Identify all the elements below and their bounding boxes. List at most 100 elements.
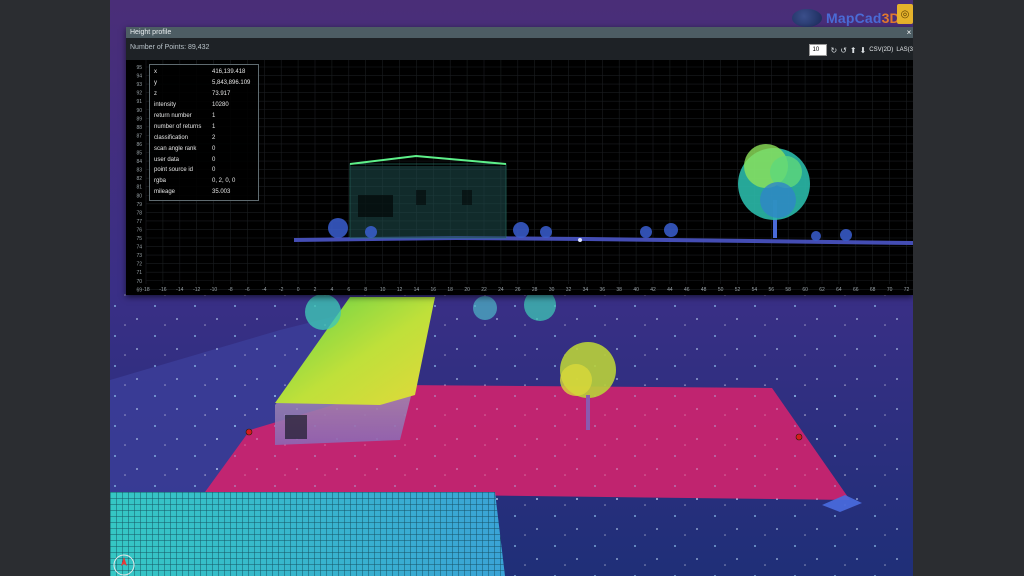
point-info-key: y — [154, 80, 157, 87]
globe-icon — [792, 9, 822, 27]
y-tick-label: 91 — [136, 99, 142, 105]
point-info-value: 2 — [212, 134, 216, 141]
x-tick-label: 38 — [616, 287, 622, 293]
x-tick-label: 42 — [650, 287, 656, 293]
x-tick-label: 4 — [331, 287, 334, 293]
point-info-row: intensity 10280 — [152, 100, 252, 111]
point-info-row: y 5,843,896.109 — [152, 78, 252, 89]
settings-icon[interactable]: ◎ — [897, 4, 913, 24]
point-info-key: rgba — [154, 178, 167, 185]
y-tick-label: 75 — [136, 236, 142, 242]
y-tick-label: 95 — [136, 65, 142, 71]
profile-start-marker[interactable] — [245, 428, 253, 436]
point-info-value: 0 — [212, 167, 216, 174]
point-info-value: 0, 2, 0, 0 — [212, 178, 236, 185]
x-tick-label: -18 — [142, 287, 149, 293]
x-tick-label: -12 — [193, 287, 200, 293]
x-tick-label: -8 — [228, 287, 233, 293]
upload-icon[interactable]: ⬆ — [850, 46, 857, 55]
x-tick-label: -4 — [262, 287, 267, 293]
y-tick-label: 87 — [136, 133, 142, 139]
profile-end-marker[interactable] — [795, 433, 803, 441]
y-tick-label: 79 — [136, 202, 142, 208]
points-count: Number of Points: 89,432 — [130, 44, 209, 51]
point-info-key: return number — [154, 113, 192, 119]
x-tick-label: 0 — [297, 287, 300, 293]
x-tick-label: 54 — [752, 287, 758, 293]
x-tick-label: 60 — [802, 287, 808, 293]
x-tick-label: -2 — [279, 287, 284, 293]
x-tick-label: 70 — [887, 287, 893, 293]
x-tick-label: 32 — [566, 287, 572, 293]
point-info-key: x — [154, 69, 157, 76]
x-tick-label: 40 — [633, 287, 639, 293]
x-tick-label: 26 — [515, 287, 521, 293]
point-info-row: z 73.917 — [152, 89, 252, 100]
x-tick-label: 50 — [718, 287, 724, 293]
x-tick-label: 20 — [464, 287, 470, 293]
y-tick-label: 71 — [136, 270, 142, 276]
point-info-key: mileage — [154, 189, 176, 196]
x-tick-label: 16 — [431, 287, 437, 293]
point-info-key: user data — [154, 156, 180, 163]
rotate-ccw-icon[interactable]: ↻ — [830, 46, 837, 55]
y-tick-label: 78 — [136, 210, 142, 216]
y-tick-label: 76 — [136, 227, 142, 233]
y-tick-label: 86 — [136, 142, 142, 148]
x-tick-label: 62 — [819, 287, 825, 293]
point-info-value: 1 — [212, 113, 216, 119]
y-tick-label: 83 — [136, 168, 142, 174]
las-export-button[interactable]: LAS(3 — [896, 47, 913, 53]
y-tick-label: 94 — [136, 74, 142, 80]
x-tick-label: 12 — [397, 287, 403, 293]
profile-toolbar: 10 ↻ ↺ ⬆ ⬇ CSV(2D) LAS(3 — [809, 43, 913, 57]
x-tick-label: 46 — [684, 287, 690, 293]
point-info-value: 10280 — [212, 102, 229, 109]
point-info-row: point source id 0 — [152, 165, 252, 176]
point-info-value: 73.917 — [212, 91, 231, 98]
point-info-row: user data 0 — [152, 154, 252, 165]
point-info-value: 35.003 — [212, 189, 231, 196]
point-info-value: 1 — [212, 123, 216, 130]
y-tick-label: 77 — [136, 219, 142, 225]
point-info-row: number of returns 1 — [152, 121, 252, 132]
x-tick-label: 36 — [600, 287, 606, 293]
x-tick-label: 8 — [364, 287, 367, 293]
y-tick-label: 92 — [136, 91, 142, 97]
y-tick-label: 74 — [136, 245, 142, 251]
x-tick-label: -14 — [176, 287, 183, 293]
point-info-value: 0 — [212, 156, 216, 163]
point-info-row: x 416,139.418 — [152, 67, 252, 78]
close-button[interactable]: × — [905, 27, 913, 38]
panel-title: Height profile — [130, 29, 172, 36]
x-tick-label: 58 — [785, 287, 791, 293]
x-tick-label: 64 — [836, 287, 842, 293]
viewer-canvas[interactable]: MapCad 3D ◎ Height profile × Number of Po… — [110, 0, 913, 576]
y-tick-label: 69 — [136, 287, 142, 293]
points-count-label: Number of Points: — [130, 44, 187, 51]
csv-export-button[interactable]: CSV(2D) — [869, 47, 893, 53]
x-tick-label: 34 — [583, 287, 589, 293]
download-icon[interactable]: ⬇ — [860, 46, 867, 55]
y-tick-label: 72 — [136, 262, 142, 268]
x-tick-label: 68 — [870, 287, 876, 293]
building-profile — [349, 154, 507, 239]
picked-point-marker[interactable] — [578, 238, 582, 242]
x-tick-label: -10 — [210, 287, 217, 293]
x-tick-label: 48 — [701, 287, 707, 293]
point-size-input[interactable]: 10 — [809, 44, 828, 56]
point-info-key: number of returns — [154, 123, 202, 130]
y-tick-label: 85 — [136, 151, 142, 157]
point-info-row: classification 2 — [152, 132, 252, 143]
x-tick-label: 30 — [549, 287, 555, 293]
y-tick-label: 89 — [136, 116, 142, 122]
point-info-row: scan angle rank 0 — [152, 143, 252, 154]
points-count-value: 89,432 — [187, 44, 210, 51]
brand-name: MapCad — [826, 10, 882, 26]
point-info-key: z — [154, 91, 157, 98]
rotate-cw-icon[interactable]: ↺ — [840, 46, 847, 55]
point-info-key: point source id — [154, 167, 194, 174]
x-tick-label: 52 — [735, 287, 741, 293]
point-info-row: return number 1 — [152, 111, 252, 122]
panel-header[interactable]: Height profile × — [126, 27, 913, 38]
